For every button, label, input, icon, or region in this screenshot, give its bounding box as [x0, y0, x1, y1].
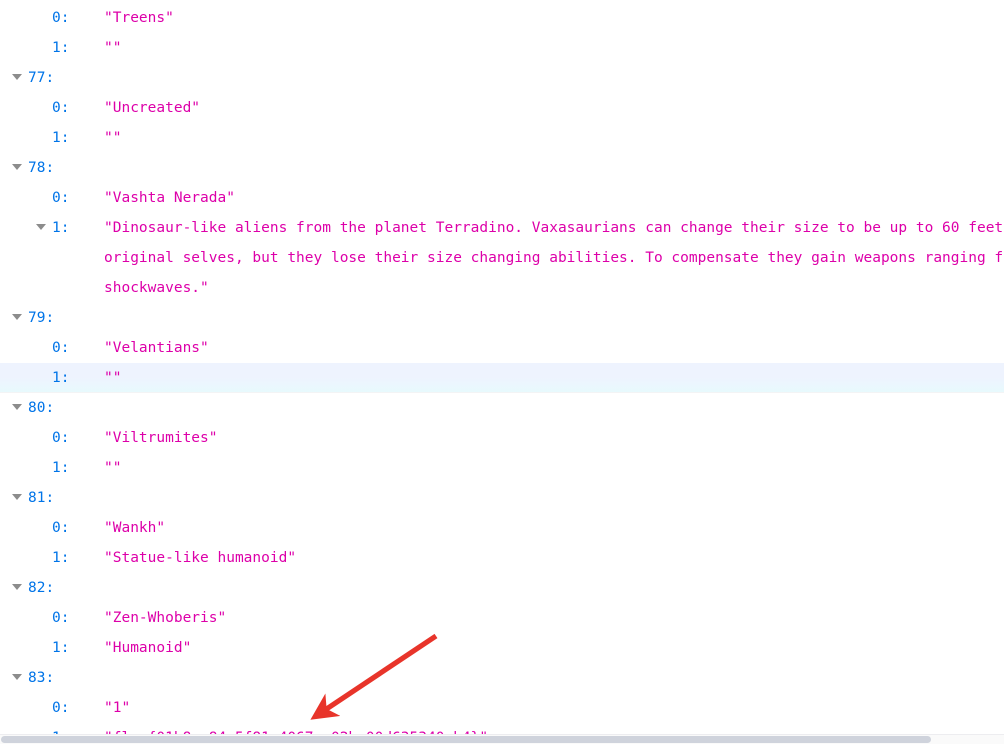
json-key-label: 0: [52, 430, 70, 446]
json-row[interactable]: 0: "Velantians" [0, 333, 1004, 363]
json-row[interactable]: 1: "Dinosaur-like aliens from the planet … [0, 213, 1004, 303]
json-key-label: 0: [52, 340, 70, 356]
json-row[interactable]: 1: "" [0, 123, 1004, 153]
chevron-down-icon[interactable] [12, 674, 22, 680]
json-key-label: 0: [52, 190, 70, 206]
json-row[interactable]: 0: "Zen-Whoberis" [0, 603, 1004, 633]
json-row[interactable]: 79: [0, 303, 1004, 333]
json-key-label: 0: [52, 610, 70, 626]
json-row[interactable]: 0: "Viltrumites" [0, 423, 1004, 453]
json-row[interactable]: 78: [0, 153, 1004, 183]
json-row[interactable]: 0: "1" [0, 693, 1004, 723]
json-row[interactable]: 0: "Vashta Nerada" [0, 183, 1004, 213]
json-key-label: 1: [52, 130, 70, 146]
json-key-label: 0: [52, 700, 70, 716]
json-key-label: 82: [28, 580, 55, 596]
json-key-label: 78: [28, 160, 55, 176]
json-string-value: "Wankh" [104, 520, 166, 536]
json-key-label: 81: [28, 490, 55, 506]
json-key-label: 1: [52, 370, 70, 386]
json-row[interactable]: 0: "Uncreated" [0, 93, 1004, 123]
json-string-value: "Zen-Whoberis" [104, 610, 227, 626]
json-string-value: "Humanoid" [104, 640, 192, 656]
json-string-value: "Vashta Nerada" [104, 190, 235, 206]
json-string-value: "Viltrumites" [104, 430, 218, 446]
chevron-down-icon[interactable] [12, 314, 22, 320]
json-row[interactable]: 83: [0, 663, 1004, 693]
json-key-label: 0: [52, 100, 70, 116]
json-row[interactable]: 1: "Humanoid" [0, 633, 1004, 663]
chevron-down-icon[interactable] [12, 584, 22, 590]
json-row[interactable]: 80: [0, 393, 1004, 423]
json-string-value: "Velantians" [104, 340, 209, 356]
json-rows-container: 0: "Treens" 1: "" 77: 0: "Uncreated" 1: "" 78: 0: "… [0, 3, 1004, 744]
json-row[interactable]: 1: "" [0, 453, 1004, 483]
json-string-value: "Dinosaur-like aliens from the planet Te… [104, 220, 1004, 296]
json-row[interactable]: 77: [0, 63, 1004, 93]
json-row[interactable]: 82: [0, 573, 1004, 603]
json-string-value: "" [104, 460, 122, 476]
json-key-label: 83: [28, 670, 55, 686]
json-key-label: 1: [52, 640, 70, 656]
json-key-label: 1: [52, 550, 70, 566]
json-string-value: "Treens" [104, 10, 174, 26]
json-key-label: 1: [52, 40, 70, 56]
json-key-label: 1: [52, 220, 70, 236]
json-string-value: "" [104, 370, 122, 386]
json-viewer-panel[interactable]: 0: "Treens" 1: "" 77: 0: "Uncreated" 1: "" 78: 0: "… [0, 0, 1004, 744]
json-key-label: 80: [28, 400, 55, 416]
json-key-label: 0: [52, 10, 70, 26]
json-string-value: "Uncreated" [104, 100, 201, 116]
json-row[interactable]: 81: [0, 483, 1004, 513]
chevron-down-icon[interactable] [36, 224, 46, 230]
horizontal-scrollbar[interactable] [0, 734, 1004, 744]
chevron-down-icon[interactable] [12, 164, 22, 170]
json-string-value: "" [104, 40, 122, 56]
json-key-label: 1: [52, 460, 70, 476]
chevron-down-icon[interactable] [12, 74, 22, 80]
horizontal-scrollbar-thumb[interactable] [1, 736, 931, 743]
json-row[interactable]: 0: "Treens" [0, 3, 1004, 33]
json-key-label: 0: [52, 520, 70, 536]
json-row[interactable]: 0: "Wankh" [0, 513, 1004, 543]
json-row[interactable]: 1: "Statue-like humanoid" [0, 543, 1004, 573]
chevron-down-icon[interactable] [12, 404, 22, 410]
json-string-value: "Statue-like humanoid" [104, 550, 297, 566]
json-key-label: 79: [28, 310, 55, 326]
chevron-down-icon[interactable] [12, 494, 22, 500]
json-row[interactable]: 1: "" [0, 33, 1004, 63]
json-key-label: 77: [28, 70, 55, 86]
json-row-selected[interactable]: 1: "" [0, 363, 1004, 393]
json-string-value: "1" [104, 700, 131, 716]
json-string-value: "" [104, 130, 122, 146]
